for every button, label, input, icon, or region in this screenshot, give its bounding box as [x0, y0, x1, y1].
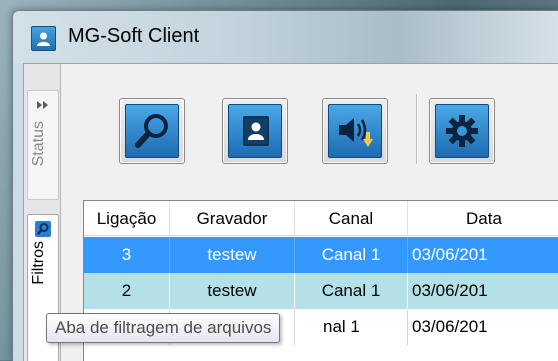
- cell-data: 03/06/201: [408, 309, 558, 345]
- search-button[interactable]: [119, 98, 185, 164]
- speaker-download-icon: [339, 118, 373, 147]
- tab-filtros-label: Filtros: [30, 241, 47, 285]
- table-row[interactable]: 3 testew Canal 1 03/06/201: [84, 237, 558, 273]
- cell-ligacao: 3: [84, 237, 170, 273]
- cell-data: 03/06/201: [408, 237, 558, 273]
- column-header-data[interactable]: Data: [408, 201, 558, 236]
- cell-gravador: testew: [170, 273, 295, 309]
- cell-canal: Canal 1: [295, 273, 408, 309]
- column-header-canal[interactable]: Canal: [295, 201, 408, 236]
- settings-button[interactable]: [429, 98, 495, 164]
- cell-canal: Canal 1: [295, 237, 408, 273]
- cell-gravador: testew: [170, 237, 295, 273]
- tab-status[interactable]: Status: [27, 90, 59, 200]
- double-chevron-right-icon: [37, 101, 48, 109]
- column-header-gravador[interactable]: Gravador: [170, 201, 295, 236]
- cell-ligacao: 2: [84, 273, 170, 309]
- tab-status-label: Status: [30, 121, 47, 167]
- table-row[interactable]: 2 testew Canal 1 03/06/201: [84, 273, 558, 309]
- search-icon: [35, 221, 51, 237]
- window-title: MG-Soft Client: [68, 25, 200, 47]
- cell-data: 03/06/201: [408, 273, 558, 309]
- tooltip: Aba de filtragem de arquivos: [46, 313, 281, 343]
- cell-canal: nal 1: [295, 309, 408, 345]
- search-icon: [135, 114, 168, 148]
- gear-icon: [446, 115, 478, 147]
- contacts-button[interactable]: [222, 98, 288, 164]
- audio-download-button[interactable]: [322, 98, 388, 164]
- user-portrait-icon[interactable]: [31, 26, 56, 51]
- contact-card-icon: [243, 116, 269, 146]
- toolbar-separator: [416, 94, 417, 164]
- column-header-ligacao[interactable]: Ligação: [84, 201, 170, 236]
- title-bar[interactable]: MG-Soft Client: [13, 11, 558, 63]
- table-header: Ligação Gravador Canal Data: [84, 201, 558, 237]
- app-window: MG-Soft Client Status Filtros Ligação Gr…: [12, 10, 558, 361]
